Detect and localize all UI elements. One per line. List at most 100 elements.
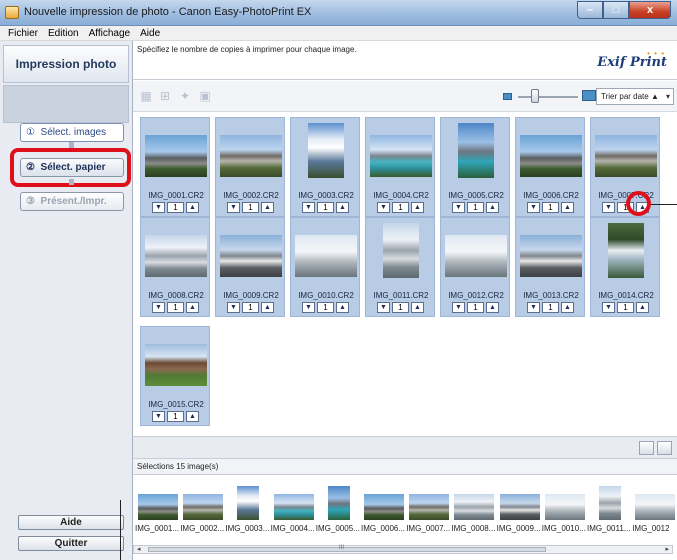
photo-image[interactable] bbox=[220, 135, 282, 177]
correct-image-icon[interactable]: ▣ bbox=[198, 90, 212, 103]
minimize-button[interactable]: – bbox=[577, 1, 603, 19]
decrease-copies-button[interactable]: ▼ bbox=[227, 302, 240, 313]
strip-thumbnail[interactable]: IMG_0012 bbox=[632, 481, 677, 545]
menu-fichier[interactable]: Fichier bbox=[3, 28, 43, 39]
strip-image[interactable] bbox=[544, 494, 585, 520]
photo-image[interactable] bbox=[445, 235, 507, 277]
copies-count[interactable]: 1 bbox=[617, 302, 634, 313]
rotate-icon[interactable]: ✦ bbox=[178, 90, 192, 103]
menu-affichage[interactable]: Affichage bbox=[84, 28, 136, 39]
decrease-copies-button[interactable]: ▼ bbox=[152, 411, 165, 422]
maximize-button[interactable]: □ bbox=[603, 1, 629, 19]
increase-copies-button[interactable]: ▲ bbox=[336, 202, 349, 213]
help-button[interactable]: Aide bbox=[18, 515, 124, 530]
strip-image[interactable] bbox=[499, 494, 540, 520]
strip-thumbnail[interactable]: IMG_0009... bbox=[497, 481, 542, 545]
copies-count[interactable]: 1 bbox=[542, 302, 559, 313]
strip-thumbnail[interactable]: IMG_0002... bbox=[180, 481, 225, 545]
increase-copies-button[interactable]: ▲ bbox=[186, 302, 199, 313]
photo-thumbnail[interactable]: IMG_0011.CR2 ▼ 1 ▲ bbox=[365, 217, 435, 317]
copies-count[interactable]: 1 bbox=[242, 202, 259, 213]
photo-thumbnail[interactable]: IMG_0010.CR2 ▼ 1 ▲ bbox=[290, 217, 360, 317]
menu-edition[interactable]: Edition bbox=[43, 28, 84, 39]
photo-image[interactable] bbox=[220, 235, 282, 277]
strip-thumbnail[interactable]: IMG_0003... bbox=[225, 481, 270, 545]
strip-thumbnail[interactable]: IMG_0011... bbox=[587, 481, 632, 545]
decrease-copies-button[interactable]: ▼ bbox=[302, 202, 315, 213]
copies-count[interactable]: 1 bbox=[317, 202, 334, 213]
decrease-copies-button[interactable]: ▼ bbox=[527, 302, 540, 313]
decrease-copies-button[interactable]: ▼ bbox=[377, 202, 390, 213]
decrease-copies-button[interactable]: ▼ bbox=[377, 302, 390, 313]
increase-copies-button[interactable]: ▲ bbox=[186, 411, 199, 422]
horizontal-scrollbar[interactable]: ◂ III ▸ bbox=[133, 545, 673, 554]
decrease-copies-button[interactable]: ▼ bbox=[602, 202, 615, 213]
photo-image[interactable] bbox=[595, 135, 657, 177]
photo-image[interactable] bbox=[145, 135, 207, 177]
scrollbar-thumb[interactable]: III bbox=[148, 545, 546, 552]
strip-image[interactable] bbox=[273, 494, 314, 520]
copies-count[interactable]: 1 bbox=[242, 302, 259, 313]
scroll-left-icon[interactable]: ◂ bbox=[137, 545, 141, 553]
strip-thumbnail[interactable]: IMG_0007... bbox=[406, 481, 451, 545]
increase-copies-button[interactable]: ▲ bbox=[486, 302, 499, 313]
increase-copies-button[interactable]: ▲ bbox=[486, 202, 499, 213]
photo-image[interactable] bbox=[520, 135, 582, 177]
strip-image[interactable] bbox=[138, 494, 178, 520]
decrease-copies-button[interactable]: ▼ bbox=[227, 202, 240, 213]
copies-count[interactable]: 1 bbox=[167, 302, 184, 313]
zoom-slider[interactable] bbox=[518, 96, 578, 98]
decrease-copies-button[interactable]: ▼ bbox=[302, 302, 315, 313]
strip-image[interactable] bbox=[364, 494, 404, 520]
close-button[interactable]: x bbox=[629, 1, 671, 19]
strip-image[interactable] bbox=[327, 486, 350, 520]
increase-copies-button[interactable]: ▲ bbox=[561, 302, 574, 313]
increase-copies-button[interactable]: ▲ bbox=[336, 302, 349, 313]
menu-aide[interactable]: Aide bbox=[135, 28, 165, 39]
increase-copies-button[interactable]: ▲ bbox=[411, 302, 424, 313]
copies-count[interactable]: 1 bbox=[167, 202, 184, 213]
zoom-slider-handle[interactable] bbox=[531, 89, 539, 103]
photo-thumbnail[interactable]: IMG_0002.CR2 ▼ 1 ▲ bbox=[215, 117, 285, 217]
copies-count[interactable]: 1 bbox=[167, 411, 184, 422]
increase-copies-button[interactable]: ▲ bbox=[261, 302, 274, 313]
photo-image[interactable] bbox=[295, 235, 357, 277]
strip-thumbnail[interactable]: IMG_0008... bbox=[451, 481, 496, 545]
increase-copies-button[interactable]: ▲ bbox=[186, 202, 199, 213]
decrease-copies-button[interactable]: ▼ bbox=[152, 202, 165, 213]
strip-thumbnail[interactable]: IMG_0004... bbox=[271, 481, 316, 545]
strip-image[interactable] bbox=[237, 486, 260, 520]
photo-image[interactable] bbox=[145, 235, 207, 277]
photo-image[interactable] bbox=[520, 235, 582, 277]
strip-image[interactable] bbox=[454, 494, 495, 520]
photo-thumbnail[interactable]: IMG_0009.CR2 ▼ 1 ▲ bbox=[215, 217, 285, 317]
photo-thumbnail[interactable]: IMG_0012.CR2 ▼ 1 ▲ bbox=[440, 217, 510, 317]
sort-dropdown[interactable]: Trier par date ▲ ▾ bbox=[596, 88, 674, 105]
decrease-copies-button[interactable]: ▼ bbox=[602, 302, 615, 313]
photo-image[interactable] bbox=[145, 344, 207, 386]
copies-count[interactable]: 1 bbox=[467, 302, 484, 313]
photo-image[interactable] bbox=[608, 223, 644, 278]
strip-image[interactable] bbox=[599, 486, 621, 520]
zoom-out-icon[interactable] bbox=[503, 93, 512, 100]
strip-image[interactable] bbox=[183, 494, 224, 520]
remove-image-button[interactable] bbox=[639, 441, 654, 455]
copies-count[interactable]: 1 bbox=[392, 302, 409, 313]
photo-thumbnail[interactable]: IMG_0015.CR2 ▼ 1 ▲ bbox=[140, 326, 210, 426]
grid-small-icon[interactable]: ▦ bbox=[139, 90, 153, 103]
copies-count[interactable]: 1 bbox=[392, 202, 409, 213]
photo-thumbnail[interactable]: IMG_0008.CR2 ▼ 1 ▲ bbox=[140, 217, 210, 317]
copies-count[interactable]: 1 bbox=[542, 202, 559, 213]
photo-thumbnail[interactable]: IMG_0004.CR2 ▼ 1 ▲ bbox=[365, 117, 435, 217]
step-layout-print[interactable]: ③ Présent./Impr. bbox=[20, 192, 124, 211]
photo-thumbnail[interactable]: IMG_0014.CR2 ▼ 1 ▲ bbox=[590, 217, 660, 317]
increase-copies-button[interactable]: ▲ bbox=[561, 202, 574, 213]
decrease-copies-button[interactable]: ▼ bbox=[152, 302, 165, 313]
zoom-in-icon[interactable] bbox=[582, 90, 596, 101]
scroll-right-icon[interactable]: ▸ bbox=[665, 545, 669, 553]
increase-copies-button[interactable]: ▲ bbox=[261, 202, 274, 213]
decrease-copies-button[interactable]: ▼ bbox=[452, 302, 465, 313]
photo-image[interactable] bbox=[458, 123, 494, 178]
photo-image[interactable] bbox=[370, 135, 432, 177]
photo-thumbnail[interactable]: IMG_0006.CR2 ▼ 1 ▲ bbox=[515, 117, 585, 217]
